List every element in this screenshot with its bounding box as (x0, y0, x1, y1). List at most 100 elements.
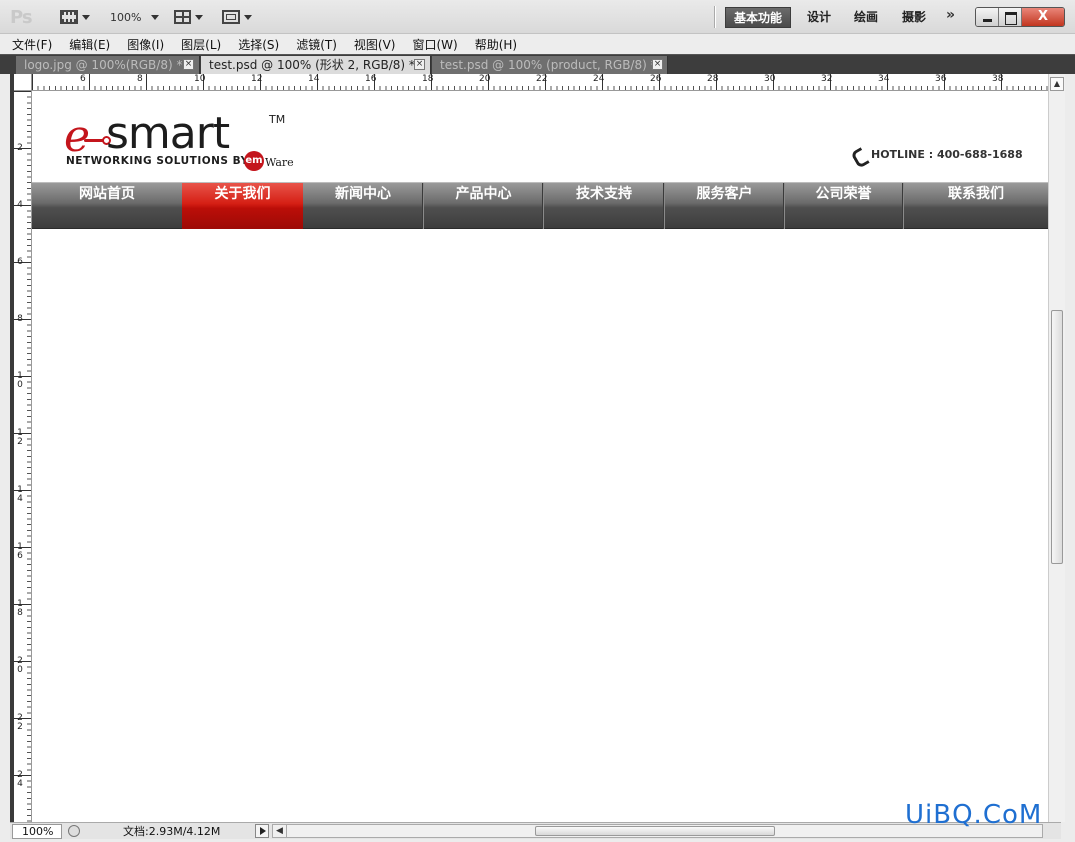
scroll-left-arrow-icon[interactable]: ◀ (273, 825, 287, 837)
chevron-down-icon (244, 14, 252, 20)
workspace-painting[interactable]: 绘画 (846, 7, 886, 28)
ruler-tick-label: 6 (17, 257, 23, 267)
ruler-tick-label: 28 (707, 74, 719, 84)
menu-filter[interactable]: 滤镜(T) (296, 36, 337, 53)
photoshop-window: Ps 100% 基本功能 设计 绘画 摄影 » X 文件(F) 编辑(E) 图像… (0, 0, 1075, 842)
emware-badge: em (244, 151, 264, 171)
ruler-tick-label: 34 (878, 74, 890, 84)
document-canvas[interactable]: e smart TM NETWORKING SOLUTIONS BY em Wa… (32, 91, 1048, 822)
menu-select[interactable]: 选择(S) (238, 36, 279, 53)
ruler-tick-label: 12 (17, 428, 23, 447)
tab-logo-jpg[interactable]: logo.jpg @ 100%(RGB/8) * × (16, 56, 200, 75)
arrange-documents-button[interactable] (174, 8, 203, 26)
maximize-button[interactable] (999, 8, 1022, 26)
workspace-photography[interactable]: 摄影 (894, 7, 934, 28)
menu-image[interactable]: 图像(I) (127, 36, 164, 53)
ruler-tick-label: 30 (764, 74, 776, 84)
hotline-number: HOTLINE : 400-688-1688 (871, 148, 1023, 161)
nav-item-honors[interactable]: 公司荣誉 (785, 183, 902, 229)
status-bar: 100% 文档:2.93M/4.12M ◀ (10, 822, 1061, 839)
logo-trademark: TM (269, 113, 286, 126)
ruler-tick-label: 36 (935, 74, 947, 84)
menu-layer[interactable]: 图层(L) (181, 36, 221, 53)
vertical-scroll-thumb[interactable] (1051, 310, 1063, 564)
workspace-essentials[interactable]: 基本功能 (725, 7, 792, 28)
ruler-tick-label: 8 (137, 74, 143, 84)
ruler-tick-label: 20 (479, 74, 491, 84)
ruler-tick-label: 24 (17, 770, 23, 789)
logo-connector-icon (84, 139, 104, 142)
nav-item-about[interactable]: 关于我们 (182, 183, 303, 229)
ruler-tick-label: 2 (17, 143, 23, 153)
layout-grid-icon (174, 10, 191, 24)
scroll-up-arrow-icon[interactable]: ▲ (1050, 77, 1064, 91)
tab-test-psd-product[interactable]: test.psd @ 100% (product, RGB/8) * × (432, 56, 668, 75)
chevron-down-icon (82, 14, 90, 20)
nav-item-home[interactable]: 网站首页 (32, 183, 182, 229)
zoom-level-dropdown[interactable]: 100% (110, 8, 160, 26)
ruler-tick-label: 14 (308, 74, 320, 84)
ruler-tick-label: 10 (194, 74, 206, 84)
menu-file[interactable]: 文件(F) (12, 36, 52, 53)
ruler-tick-label: 12 (251, 74, 263, 84)
ruler-origin[interactable] (14, 74, 32, 91)
document-window: 6 8 10 12 14 16 18 20 22 24 26 28 30 32 34 36 38 4 24 6 8 10… (10, 74, 1065, 822)
document-size-info: 文档:2.93M/4.12M (123, 825, 221, 838)
phone-icon (854, 149, 864, 161)
close-tab-icon[interactable]: × (652, 59, 663, 70)
close-window-button[interactable]: X (1022, 8, 1064, 26)
ruler-tick-label: 10 (17, 371, 23, 390)
vertical-scrollbar[interactable]: ▲ (1048, 74, 1065, 822)
ruler-tick-label: 14 (17, 485, 23, 504)
nav-item-news[interactable]: 新闻中心 (303, 183, 423, 229)
status-menu-arrow-icon[interactable] (255, 824, 269, 838)
chevron-down-icon (195, 14, 203, 20)
site-logo: e smart TM NETWORKING SOLUTIONS BY em Wa… (64, 111, 304, 181)
ruler-tick-label: 18 (422, 74, 434, 84)
nav-item-customers[interactable]: 服务客户 (665, 183, 784, 229)
workspace-design[interactable]: 设计 (799, 7, 839, 28)
ruler-tick-label: 22 (536, 74, 548, 84)
toolbar-divider (714, 6, 716, 28)
screen-mode-button[interactable] (222, 8, 252, 26)
photoshop-logo: Ps (10, 7, 33, 28)
nav-item-support[interactable]: 技术支持 (544, 183, 664, 229)
ruler-tick-label: 16 (17, 542, 23, 561)
ruler-tick-label: 38 (992, 74, 1004, 84)
ruler-tick-label: 24 (593, 74, 605, 84)
emware-text: Ware (265, 156, 294, 169)
zoom-level-value: 100% (110, 10, 142, 24)
menu-edit[interactable]: 编辑(E) (69, 36, 110, 53)
tab-label: test.psd @ 100% (product, RGB/8) * (440, 58, 657, 72)
status-info-icon[interactable] (68, 825, 80, 837)
nav-item-contact[interactable]: 联系我们 (904, 183, 1048, 229)
logo-e-letter: e (64, 111, 91, 162)
ruler-tick-label: 16 (365, 74, 377, 84)
vertical-ruler[interactable]: 2 4 6 8 10 12 14 16 18 20 22 24 (14, 91, 32, 822)
hotline: HOTLINE : 400-688-1688 (854, 148, 1023, 161)
close-tab-icon[interactable]: × (414, 59, 425, 70)
ruler-tick-label: 8 (17, 314, 23, 324)
window-controls: X (975, 7, 1065, 27)
menu-view[interactable]: 视图(V) (354, 36, 396, 53)
screen-mode-icon (222, 10, 240, 24)
status-zoom-field[interactable]: 100% (12, 824, 62, 839)
more-workspaces-button[interactable]: » (946, 7, 955, 23)
site-navigation-bar: 网站首页 关于我们 新闻中心 产品中心 技术支持 服务客户 公司荣誉 联系我们 (32, 182, 1048, 229)
nav-item-products[interactable]: 产品中心 (424, 183, 543, 229)
horizontal-scroll-thumb[interactable] (535, 826, 775, 836)
minimize-button[interactable] (976, 8, 999, 26)
ruler-tick-label: 32 (821, 74, 833, 84)
application-bar: Ps 100% 基本功能 设计 绘画 摄影 » X (0, 0, 1075, 34)
menu-window[interactable]: 窗口(W) (412, 36, 457, 53)
menu-bar: 文件(F) 编辑(E) 图像(I) 图层(L) 选择(S) 滤镜(T) 视图(V… (0, 34, 1075, 54)
watermark: UiBQ.CoM (905, 800, 1043, 830)
tab-test-psd-shape[interactable]: test.psd @ 100% (形状 2, RGB/8) * × (201, 56, 431, 75)
close-tab-icon[interactable]: × (183, 59, 194, 70)
menu-help[interactable]: 帮助(H) (475, 36, 517, 53)
tab-label: logo.jpg @ 100%(RGB/8) * (24, 58, 183, 72)
horizontal-ruler[interactable]: 681012141618202224262830323436384 (32, 74, 1062, 91)
launch-bridge-button[interactable] (60, 8, 90, 26)
document-tab-bar: logo.jpg @ 100%(RGB/8) * × test.psd @ 10… (0, 54, 1075, 75)
logo-tagline: NETWORKING SOLUTIONS BY (66, 155, 249, 167)
